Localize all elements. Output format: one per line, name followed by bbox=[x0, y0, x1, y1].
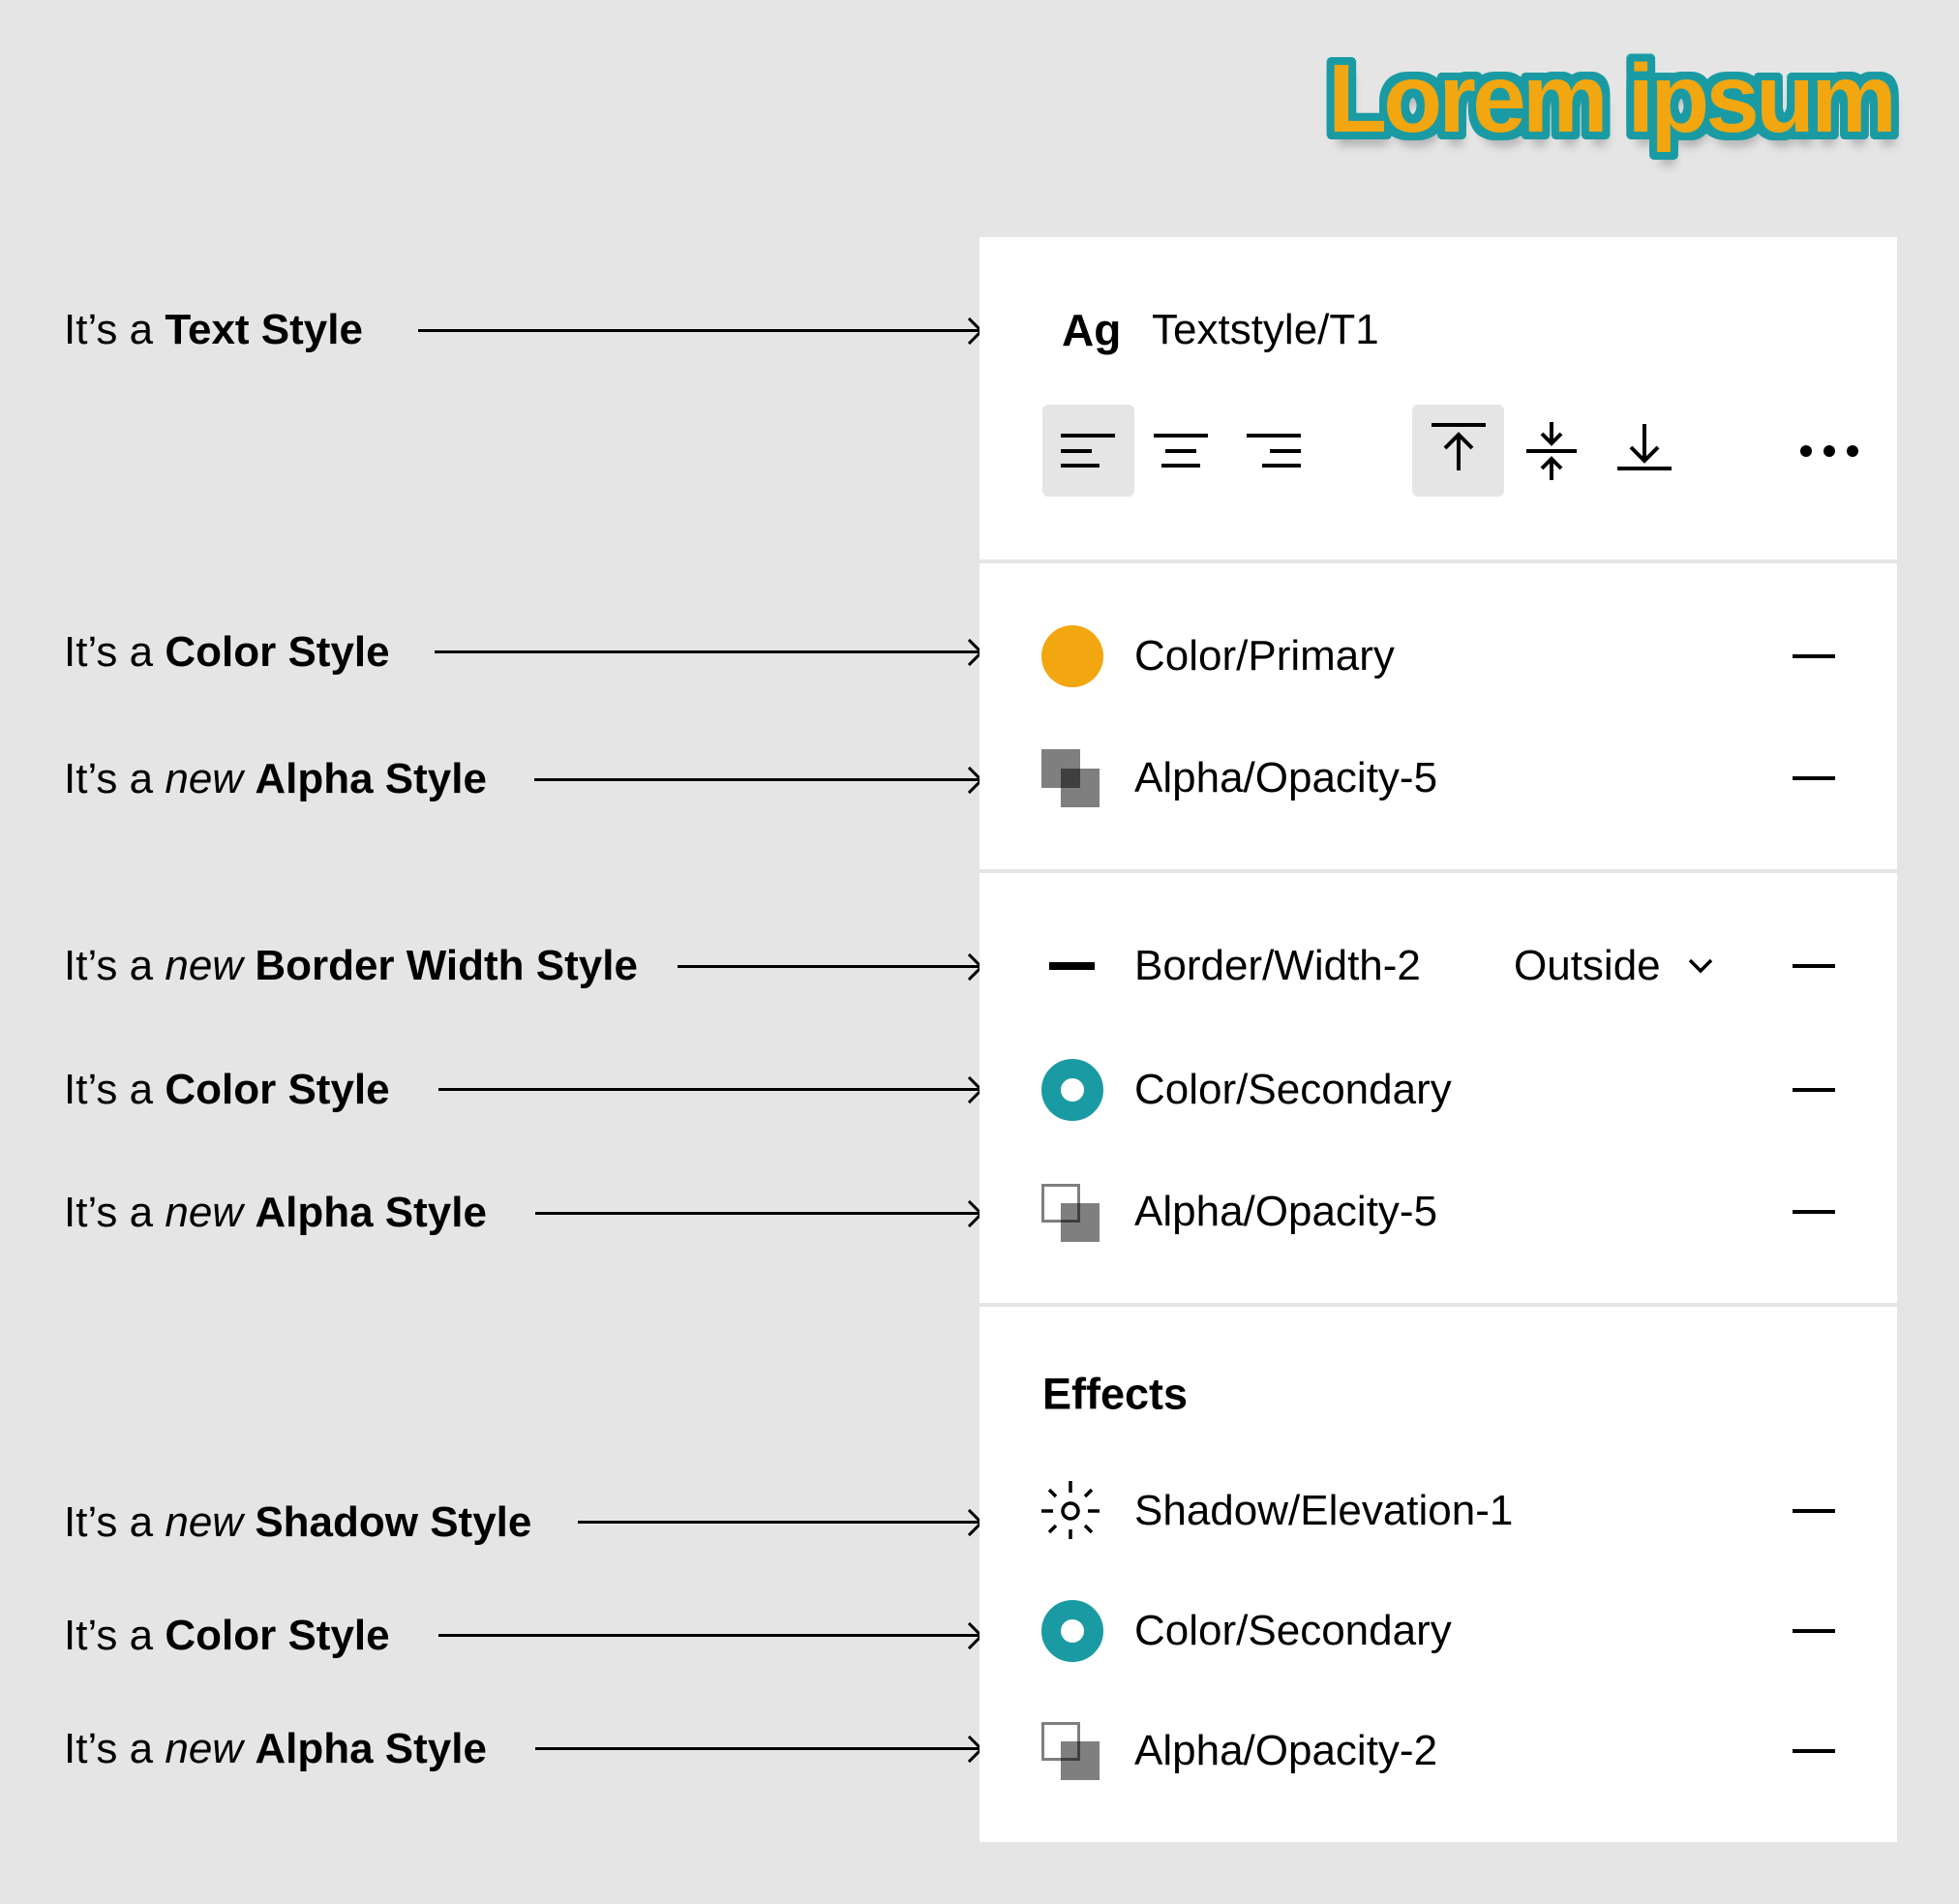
remove-style-button[interactable] bbox=[1793, 1629, 1835, 1633]
style-row-label[interactable]: Color/Secondary bbox=[1134, 1610, 1452, 1652]
align-middle-button[interactable] bbox=[1505, 405, 1597, 497]
color-primary-swatch[interactable] bbox=[1041, 625, 1103, 687]
remove-style-button[interactable] bbox=[1793, 1509, 1835, 1513]
alpha-outline-icon bbox=[1041, 1184, 1100, 1242]
arrow-connector bbox=[678, 965, 980, 968]
align-right-icon bbox=[1247, 434, 1301, 468]
style-row-label[interactable]: Alpha/Opacity-5 bbox=[1134, 1191, 1437, 1233]
style-row-label[interactable]: Alpha/Opacity-2 bbox=[1134, 1730, 1437, 1772]
effects-heading: Effects bbox=[1042, 1369, 1189, 1419]
arrow-connector bbox=[535, 1747, 980, 1750]
remove-style-button[interactable] bbox=[1793, 1210, 1835, 1214]
align-left-button[interactable] bbox=[1042, 405, 1134, 497]
section-divider bbox=[980, 559, 1897, 563]
alpha-icon bbox=[1041, 749, 1100, 807]
align-top-button[interactable] bbox=[1412, 405, 1504, 497]
annotation-color-style: It’s a Color Style bbox=[64, 1612, 390, 1659]
page-title: Lorem ipsum bbox=[1328, 45, 1897, 153]
style-row-label[interactable]: Shadow/Elevation-1 bbox=[1134, 1490, 1513, 1532]
annotation-border-width-style: It’s a new Border Width Style bbox=[64, 942, 638, 989]
annotation-alpha-style: It’s a new Alpha Style bbox=[64, 1725, 487, 1772]
alpha-outline-icon bbox=[1041, 1722, 1100, 1780]
align-center-button[interactable] bbox=[1135, 405, 1227, 497]
annotation-alpha-style: It’s a new Alpha Style bbox=[64, 755, 487, 802]
remove-style-button[interactable] bbox=[1793, 1749, 1835, 1753]
arrow-connector bbox=[438, 1634, 980, 1637]
border-width-icon bbox=[1049, 962, 1095, 970]
align-center-icon bbox=[1154, 434, 1208, 468]
style-panel: Ag Textstyle/T1 Color/Primary Alpha/Opac… bbox=[980, 237, 1897, 1842]
section-divider bbox=[980, 869, 1897, 873]
text-style-glyph: Ag bbox=[1062, 305, 1122, 355]
more-options-button[interactable] bbox=[1795, 438, 1863, 464]
more-horizontal-icon bbox=[1800, 445, 1858, 457]
align-middle-icon bbox=[1526, 422, 1577, 480]
style-row-label[interactable]: Color/Secondary bbox=[1134, 1069, 1452, 1111]
remove-style-button[interactable] bbox=[1793, 776, 1835, 780]
style-row-label[interactable]: Alpha/Opacity-5 bbox=[1134, 757, 1437, 800]
align-left-icon bbox=[1061, 434, 1115, 468]
stroke-position-value: Outside bbox=[1514, 942, 1661, 989]
style-row-label[interactable]: Border/Width-2 bbox=[1134, 945, 1421, 987]
annotation-color-style: It’s a Color Style bbox=[64, 1066, 390, 1113]
arrow-connector bbox=[438, 1088, 980, 1091]
annotation-color-style: It’s a Color Style bbox=[64, 628, 390, 676]
stroke-position-dropdown[interactable]: Outside bbox=[1514, 942, 1713, 990]
arrow-connector bbox=[418, 329, 980, 332]
color-secondary-swatch[interactable] bbox=[1041, 1059, 1103, 1121]
arrow-connector bbox=[534, 778, 980, 781]
remove-style-button[interactable] bbox=[1793, 1088, 1835, 1092]
chevron-down-icon bbox=[1688, 958, 1712, 974]
arrow-connector bbox=[535, 1212, 980, 1215]
remove-style-button[interactable] bbox=[1793, 964, 1835, 968]
align-bottom-icon bbox=[1617, 424, 1672, 470]
annotation-alpha-style: It’s a new Alpha Style bbox=[64, 1189, 487, 1236]
color-secondary-swatch[interactable] bbox=[1041, 1600, 1103, 1662]
arrow-connector bbox=[435, 650, 980, 653]
align-bottom-button[interactable] bbox=[1598, 405, 1690, 497]
text-style-name[interactable]: Textstyle/T1 bbox=[1152, 309, 1379, 351]
style-row-label[interactable]: Color/Primary bbox=[1134, 635, 1395, 678]
align-top-icon bbox=[1432, 423, 1486, 470]
align-right-button[interactable] bbox=[1228, 405, 1320, 497]
annotation-text-style: It’s a Text Style bbox=[64, 306, 363, 353]
shadow-icon bbox=[1041, 1481, 1100, 1541]
annotation-shadow-style: It’s a new Shadow Style bbox=[64, 1498, 532, 1546]
arrow-connector bbox=[578, 1521, 980, 1524]
remove-style-button[interactable] bbox=[1793, 654, 1835, 658]
section-divider bbox=[980, 1303, 1897, 1307]
